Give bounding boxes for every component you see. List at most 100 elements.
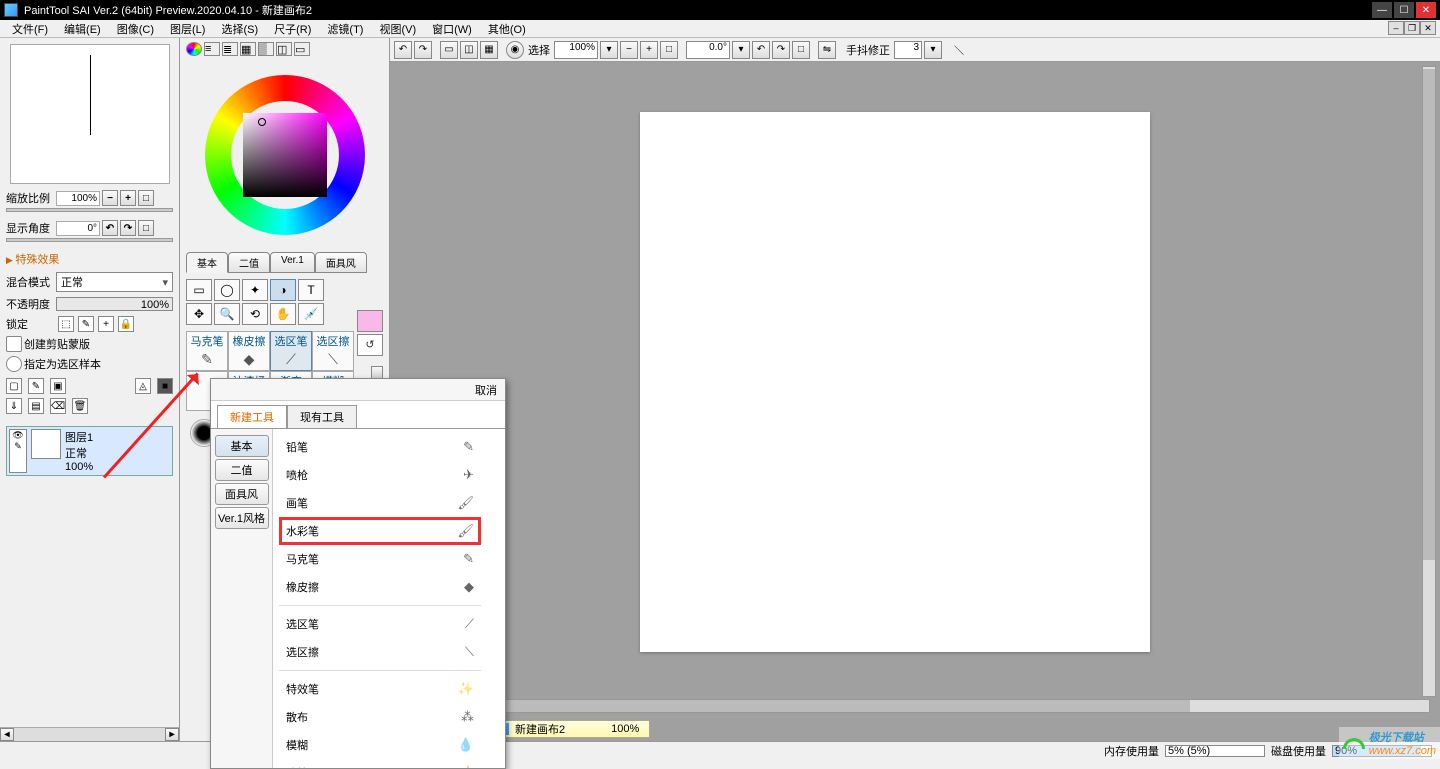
cat-basic[interactable]: 基本 bbox=[215, 435, 269, 457]
flatten-icon[interactable]: ▤ bbox=[28, 398, 44, 414]
new-linework-icon[interactable]: ✎ bbox=[28, 378, 44, 394]
swap-swatch-icon[interactable]: ↺ bbox=[357, 334, 383, 356]
angle-dropdown[interactable]: ▾ bbox=[732, 41, 750, 59]
zoom-reset-button[interactable]: □ bbox=[138, 190, 154, 206]
cat-binary[interactable]: 二值 bbox=[215, 459, 269, 481]
tool-pencil[interactable]: 铅笔✎ bbox=[279, 433, 481, 461]
tool-brush[interactable]: 画笔🖌 bbox=[279, 489, 481, 517]
text-tool-icon[interactable]: T bbox=[298, 279, 324, 301]
zoom-in-button[interactable]: + bbox=[120, 190, 136, 206]
tool-smudge[interactable]: 涂抹☝ bbox=[279, 759, 481, 768]
left-scrollbar[interactable]: ◂▸ bbox=[0, 727, 179, 741]
new-folder-icon[interactable]: ▣ bbox=[50, 378, 66, 394]
selsrc-radio[interactable] bbox=[6, 356, 22, 372]
rotate-left-button[interactable]: ↶ bbox=[752, 41, 770, 59]
tool-airbrush[interactable]: 喷枪✈ bbox=[279, 461, 481, 489]
menu-edit[interactable]: 编辑(E) bbox=[56, 19, 109, 39]
popup-cancel-button[interactable]: 取消 bbox=[475, 382, 497, 398]
zoom-value[interactable]: 100% bbox=[56, 191, 100, 206]
tab-binary[interactable]: 二值 bbox=[228, 252, 270, 273]
stabilizer-dropdown[interactable]: ▾ bbox=[924, 41, 942, 59]
tool-selpen[interactable]: 选区笔⟋ bbox=[279, 610, 481, 638]
transform-icon[interactable]: ◬ bbox=[135, 378, 151, 394]
lock-pixel-icon[interactable]: ✎ bbox=[78, 316, 94, 332]
stabilizer-input[interactable]: 3 bbox=[894, 41, 922, 59]
new-layer-icon[interactable]: ▢ bbox=[6, 378, 22, 394]
rotate-right-button[interactable]: ↷ bbox=[772, 41, 790, 59]
wand-tool-icon[interactable]: ✦ bbox=[242, 279, 268, 301]
opacity-slider[interactable]: 100% bbox=[56, 297, 173, 311]
hand-tool-icon[interactable]: ✋ bbox=[270, 303, 296, 325]
menu-window[interactable]: 窗口(W) bbox=[424, 19, 480, 39]
clear-layer-icon[interactable]: ⌫ bbox=[50, 398, 66, 414]
tool-marker[interactable]: 马克笔✎ bbox=[279, 545, 481, 573]
lock-all-icon[interactable]: 🔒 bbox=[118, 316, 134, 332]
clip-checkbox[interactable] bbox=[6, 336, 22, 352]
menu-filter[interactable]: 滤镜(T) bbox=[319, 19, 371, 39]
tool-eraser[interactable]: 橡皮擦◆ bbox=[279, 573, 481, 601]
angle-value[interactable]: 0° bbox=[56, 221, 100, 236]
swatch-mode-icon[interactable]: ▒ bbox=[258, 42, 274, 56]
navigator-preview[interactable] bbox=[10, 44, 170, 184]
zoom-tool-icon[interactable]: 🔍 bbox=[214, 303, 240, 325]
tool-fx[interactable]: 特效笔✨ bbox=[279, 675, 481, 703]
tab-mask[interactable]: 面具风 bbox=[315, 252, 367, 273]
redo-button[interactable]: ↷ bbox=[414, 41, 432, 59]
zoom-minus-button[interactable]: − bbox=[620, 41, 638, 59]
layer-item[interactable]: 👁 ✎ 图层1 正常 100% bbox=[6, 426, 173, 476]
move-tool-icon[interactable]: ✥ bbox=[186, 303, 212, 325]
flip-h-button[interactable]: ⇋ bbox=[818, 41, 836, 59]
marquee-tool-icon[interactable]: ▭ bbox=[186, 279, 212, 301]
zoom-out-button[interactable]: − bbox=[102, 190, 118, 206]
mask-icon[interactable]: ■ bbox=[157, 378, 173, 394]
rotate-tool-icon[interactable]: ⟲ bbox=[242, 303, 268, 325]
color-wheel[interactable] bbox=[180, 60, 389, 250]
eyedropper-tool-icon[interactable]: 💉 bbox=[298, 303, 324, 325]
brush-selpen[interactable]: 选区笔⟋ bbox=[270, 331, 312, 371]
brush-seleraser[interactable]: 选区擦⟍ bbox=[312, 331, 354, 371]
brush-eraser[interactable]: 橡皮擦◆ bbox=[228, 331, 270, 371]
delete-layer-icon[interactable]: 🗑 bbox=[72, 398, 88, 414]
angle-slider[interactable] bbox=[6, 238, 173, 242]
h-scrollbar[interactable] bbox=[502, 699, 1430, 713]
canvas-viewport[interactable]: 100% 新建画布2 100% bbox=[390, 62, 1440, 741]
tool-seleraser[interactable]: 选区擦⟍ bbox=[279, 638, 481, 666]
angle-reset-button[interactable]: □ bbox=[138, 220, 154, 236]
shape-tool-icon[interactable]: ◑ bbox=[270, 279, 296, 301]
rotate-cw-button[interactable]: ↷ bbox=[120, 220, 136, 236]
menu-select[interactable]: 选择(S) bbox=[213, 19, 266, 39]
mdi-close[interactable]: ✕ bbox=[1420, 21, 1436, 35]
menu-file[interactable]: 文件(F) bbox=[4, 19, 56, 39]
document-tab[interactable]: 新建画布2 100% bbox=[486, 720, 650, 738]
tab-ver1[interactable]: Ver.1 bbox=[270, 252, 315, 273]
angle-input[interactable]: 0.0° bbox=[686, 41, 730, 59]
cat-ver1[interactable]: Ver.1风格 bbox=[215, 507, 269, 529]
sel-mode-icon[interactable]: ◉ bbox=[506, 41, 524, 59]
zoom-fit-button[interactable]: □ bbox=[660, 41, 678, 59]
wheel-mode-icon[interactable] bbox=[186, 42, 202, 56]
history-mode-icon[interactable]: ▭ bbox=[294, 42, 310, 56]
menu-view[interactable]: 视图(V) bbox=[371, 19, 424, 39]
zoom-plus-button[interactable]: + bbox=[640, 41, 658, 59]
line-tool-icon[interactable]: ＼ bbox=[950, 41, 968, 59]
canvas-page[interactable] bbox=[640, 112, 1150, 652]
minimize-button[interactable]: — bbox=[1372, 2, 1392, 18]
scratch-mode-icon[interactable]: ◫ bbox=[276, 42, 292, 56]
undo-button[interactable]: ↶ bbox=[394, 41, 412, 59]
sv-square[interactable] bbox=[243, 113, 327, 197]
brush-marker[interactable]: 马克笔✎ bbox=[186, 331, 228, 371]
popup-tab-existing[interactable]: 现有工具 bbox=[287, 405, 357, 428]
angle-fit-button[interactable]: □ bbox=[792, 41, 810, 59]
cat-mask[interactable]: 面具风 bbox=[215, 483, 269, 505]
menu-image[interactable]: 图像(C) bbox=[109, 19, 162, 39]
rotate-ccw-button[interactable]: ↶ bbox=[102, 220, 118, 236]
tool-scatter[interactable]: 散布⁂ bbox=[279, 703, 481, 731]
fg-swatch[interactable] bbox=[357, 310, 383, 332]
close-button[interactable]: ✕ bbox=[1416, 2, 1436, 18]
mdi-minimize[interactable]: – bbox=[1388, 21, 1404, 35]
mdi-restore[interactable]: ❐ bbox=[1404, 21, 1420, 35]
zoom-slider[interactable] bbox=[6, 208, 173, 212]
invert-sel-button[interactable]: ◫ bbox=[460, 41, 478, 59]
menu-ruler[interactable]: 尺子(R) bbox=[266, 19, 319, 39]
zoom-dropdown[interactable]: ▾ bbox=[600, 41, 618, 59]
